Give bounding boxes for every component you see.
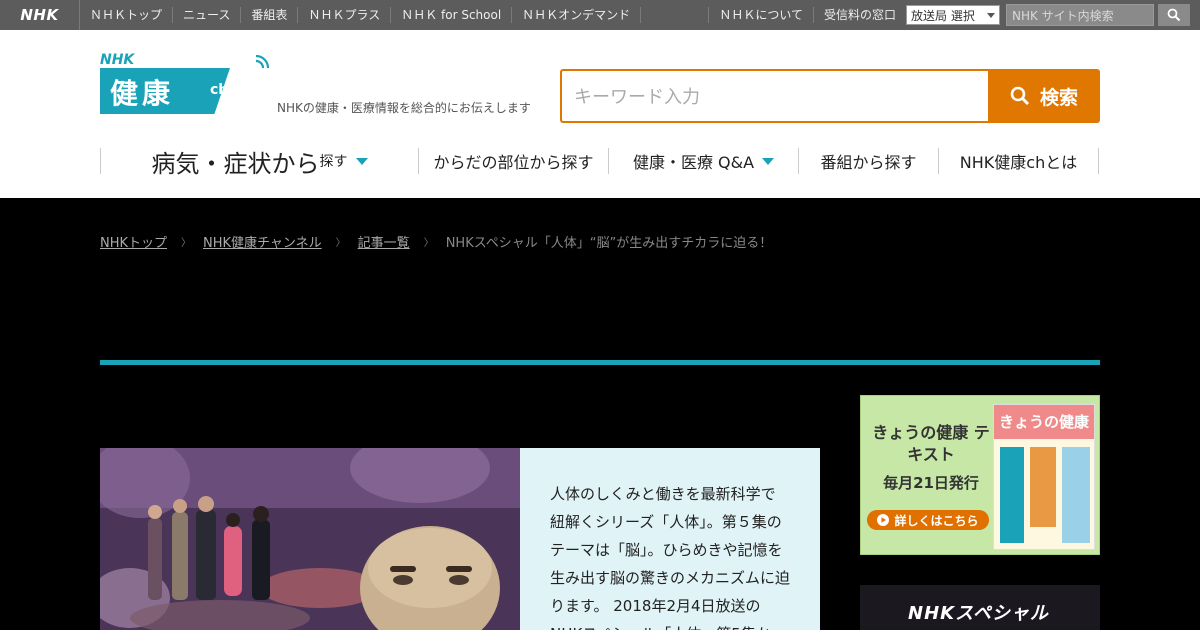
main-nav: 病気・症状から 探す からだの部位から探す 健康・医療 Q&A 番組から探す N…	[100, 148, 1100, 178]
search-button-label: 検索	[1039, 86, 1078, 109]
site-header: NHK 健康 ch NHKの健康・医療情報を総合的にお伝えします キーワード入力…	[0, 30, 1200, 198]
site-logo[interactable]: NHK 健康 ch	[100, 52, 275, 124]
gnav-link-school[interactable]: ＮＨＫ for School	[391, 7, 513, 23]
nav-item-program[interactable]: 番組から探す	[799, 148, 939, 174]
nav-item-qa-label: 健康・医療 Q&A	[632, 153, 755, 172]
breadcrumb-link-channel[interactable]: NHK健康チャンネル	[203, 232, 322, 251]
nav-item-body-part[interactable]: からだの部位から探す	[419, 148, 609, 174]
chevron-right-icon: 〉	[423, 238, 434, 249]
region-select-value: 放送局 選択	[911, 8, 975, 23]
logo-kanji-text: 健康	[110, 77, 175, 110]
gnav-link-program[interactable]: 番組表	[241, 7, 299, 23]
chevron-right-icon: 〉	[181, 238, 192, 249]
play-circle-icon	[877, 514, 890, 526]
nav-item-disease[interactable]: 病気・症状から 探す	[101, 148, 419, 178]
global-search-button[interactable]	[1158, 4, 1190, 26]
gnav-link-about[interactable]: ＮＨＫについて	[708, 7, 813, 23]
breadcrumb-link-list[interactable]: 記事一覧	[358, 232, 410, 251]
nav-item-disease-label: 病気・症状から	[151, 149, 320, 178]
nav-item-disease-sub: 探す	[319, 154, 348, 170]
global-nav-right: ＮＨＫについて 受信料の窓口 放送局 選択 NHK サイト内検索	[708, 0, 1200, 30]
gnav-link-receipt[interactable]: 受信料の窓口	[812, 7, 906, 23]
magazine-cover-image: きょうの健康	[993, 404, 1095, 550]
gnav-link-news[interactable]: ニュース	[173, 7, 242, 23]
ad1-detail-button[interactable]: 詳しくはこちら	[867, 510, 989, 530]
nhk-special-banner[interactable]: NHKスペシャル	[860, 585, 1100, 630]
chevron-right-icon: 〉	[335, 238, 346, 249]
logo-ch-text: ch	[210, 82, 229, 98]
global-nav-links: ＮＨＫトップ ニュース 番組表 ＮＨＫプラス ＮＨＫ for School ＮＨ…	[80, 0, 642, 30]
gnav-link-top[interactable]: ＮＨＫトップ	[80, 7, 174, 23]
nav-item-about[interactable]: NHK健康chとは	[939, 148, 1099, 174]
gnav-link-plus[interactable]: ＮＨＫプラス	[298, 7, 392, 23]
studio-scene-image	[100, 448, 520, 630]
chevron-down-icon	[355, 157, 368, 165]
chevron-down-icon	[987, 13, 995, 18]
breadcrumb: NHKトップ 〉 NHK健康チャンネル 〉 記事一覧 〉 NHKスペシャル「人体…	[100, 232, 772, 251]
ad1-title: きょうの健康 テキスト	[872, 423, 990, 464]
search-icon	[1167, 8, 1181, 22]
article-image	[100, 448, 520, 630]
region-select[interactable]: 放送局 選択	[906, 5, 1000, 25]
signal-icon	[255, 54, 270, 69]
breadcrumb-link-top[interactable]: NHKトップ	[100, 232, 167, 251]
ad1-detail-label: 詳しくはこちら	[894, 513, 979, 528]
text-magazine-banner[interactable]: きょうの健康 テキスト 毎月21日発行 詳しくはこちら きょうの健康	[860, 395, 1100, 555]
title-divider	[100, 360, 1100, 365]
ad2-title: NHKスペシャル	[908, 603, 1049, 624]
logo-nhk-text: NHK	[100, 52, 135, 68]
magazine-cover-title: きょうの健康	[994, 405, 1094, 439]
search-icon	[1010, 86, 1030, 106]
breadcrumb-current: NHKスペシャル「人体」“脳”が生み出すチカラに迫る！	[445, 236, 773, 251]
search-button[interactable]: 検索	[988, 69, 1100, 123]
article-lead: 人体のしくみと働きを最新科学で紐解くシリーズ「人体」。第５集のテーマは「脳」。ひ…	[520, 448, 820, 630]
chevron-down-icon	[762, 157, 775, 165]
global-navbar: NHK ＮＨＫトップ ニュース 番組表 ＮＨＫプラス ＮＨＫ for Schoo…	[0, 0, 1200, 30]
global-search-input[interactable]: NHK サイト内検索	[1006, 4, 1154, 26]
nhk-logo[interactable]: NHK	[0, 0, 80, 30]
site-tagline: NHKの健康・医療情報を総合的にお伝えします	[277, 101, 531, 115]
search-input[interactable]: キーワード入力	[560, 69, 988, 123]
gnav-link-ondemand[interactable]: ＮＨＫオンデマンド	[512, 7, 642, 23]
site-search: キーワード入力 検索	[560, 69, 1100, 123]
ad1-subtitle: 毎月21日発行	[883, 474, 979, 492]
nav-item-qa[interactable]: 健康・医療 Q&A	[609, 148, 799, 174]
